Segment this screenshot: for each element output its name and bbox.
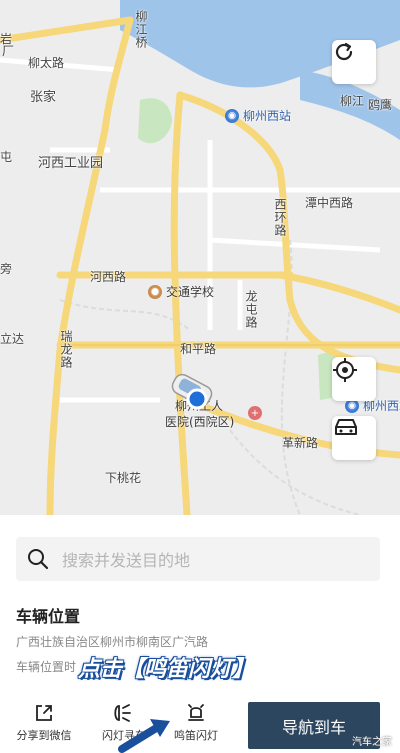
vehicle-location-title: 车辆位置 (16, 607, 81, 626)
map-label-tun: 屯 (0, 150, 13, 164)
map-label-geming-road: 革新路 (282, 436, 319, 450)
refresh-button[interactable] (332, 40, 376, 84)
bottom-panel: 搜索并发送目的地 车辆位置 广西壮族自治区柳州市柳南区广汽路 车辆位置时 点击【… (0, 515, 400, 753)
map-label-fang: 旁 (0, 262, 13, 276)
train-station-icon: ◉ (225, 108, 239, 123)
poi-hospital-line2: 医院(西院区) (165, 415, 235, 429)
map-label-shanmen-bridge: 柳江桥 (134, 10, 148, 49)
destination-search[interactable]: 搜索并发送目的地 (16, 537, 380, 581)
share-wechat-label: 分享到微信 (16, 729, 72, 742)
locate-icon (333, 358, 357, 382)
vehicle-location-time: 车辆位置时 (16, 660, 77, 674)
map-label-xihuan-road: 西环路 (273, 198, 287, 237)
school-icon: ● (148, 284, 162, 299)
map-label-liujiang: 柳江 (340, 94, 365, 108)
car-marker-icon (171, 373, 213, 410)
locate-button[interactable] (332, 357, 376, 401)
poi-jiaotong-school[interactable]: ● 交通学校 (148, 283, 214, 300)
share-icon (36, 705, 52, 721)
poi-liuzhou-west-station[interactable]: ◉ 柳州西站 (225, 107, 291, 124)
horn-flash-icon (188, 704, 204, 721)
map-label-hexi-road: 河西路 (90, 270, 127, 284)
tutorial-arrow-icon (118, 719, 170, 753)
search-icon (28, 549, 49, 570)
map-view[interactable]: 岩 厂 柳太路 张家 屯 河西工业园 柳江桥 柳江 鸥鹰 潭中西路 西环路 旁 … (0, 0, 400, 515)
map-label-ruilong-road: 瑞龙路 (59, 330, 73, 369)
map-label-li-da: 立达 (0, 332, 25, 346)
hospital-icon: + (248, 406, 262, 420)
map-label-liutai-road: 柳太路 (28, 56, 65, 70)
car-icon (335, 419, 357, 435)
car-location-marker[interactable] (168, 372, 220, 414)
map-label-tanzhong-west: 潭中西路 (305, 196, 354, 210)
refresh-icon (335, 42, 353, 61)
vehicle-address: 广西壮族自治区柳州市柳南区广汽路 (16, 635, 209, 649)
map-label-guang: 厂 (2, 44, 15, 58)
horn-flash-label: 鸣笛闪灯 (174, 729, 218, 742)
map-label-zhangjia: 张家 (30, 90, 57, 105)
map-label-heping-road: 和平路 (180, 342, 217, 356)
map-label-hexi-park: 河西工业园 (38, 156, 104, 171)
share-wechat-button[interactable]: 分享到微信 (14, 703, 74, 743)
watermark: 汽车之家 (352, 737, 392, 748)
car-view-button[interactable] (332, 416, 376, 460)
map-label-yinglu: 鸥鹰 (368, 98, 393, 112)
map-label-xiataohua: 下桃花 (105, 471, 142, 485)
search-placeholder: 搜索并发送目的地 (62, 551, 191, 570)
tutorial-hint-overlay: 点击【鸣笛闪灯】 (78, 657, 255, 682)
poi-jiaotong-school-label: 交通学校 (166, 285, 215, 299)
map-label-longtun-road: 龙屯路 (244, 290, 258, 329)
poi-liuzhou-west-station-label: 柳州西站 (243, 109, 292, 123)
